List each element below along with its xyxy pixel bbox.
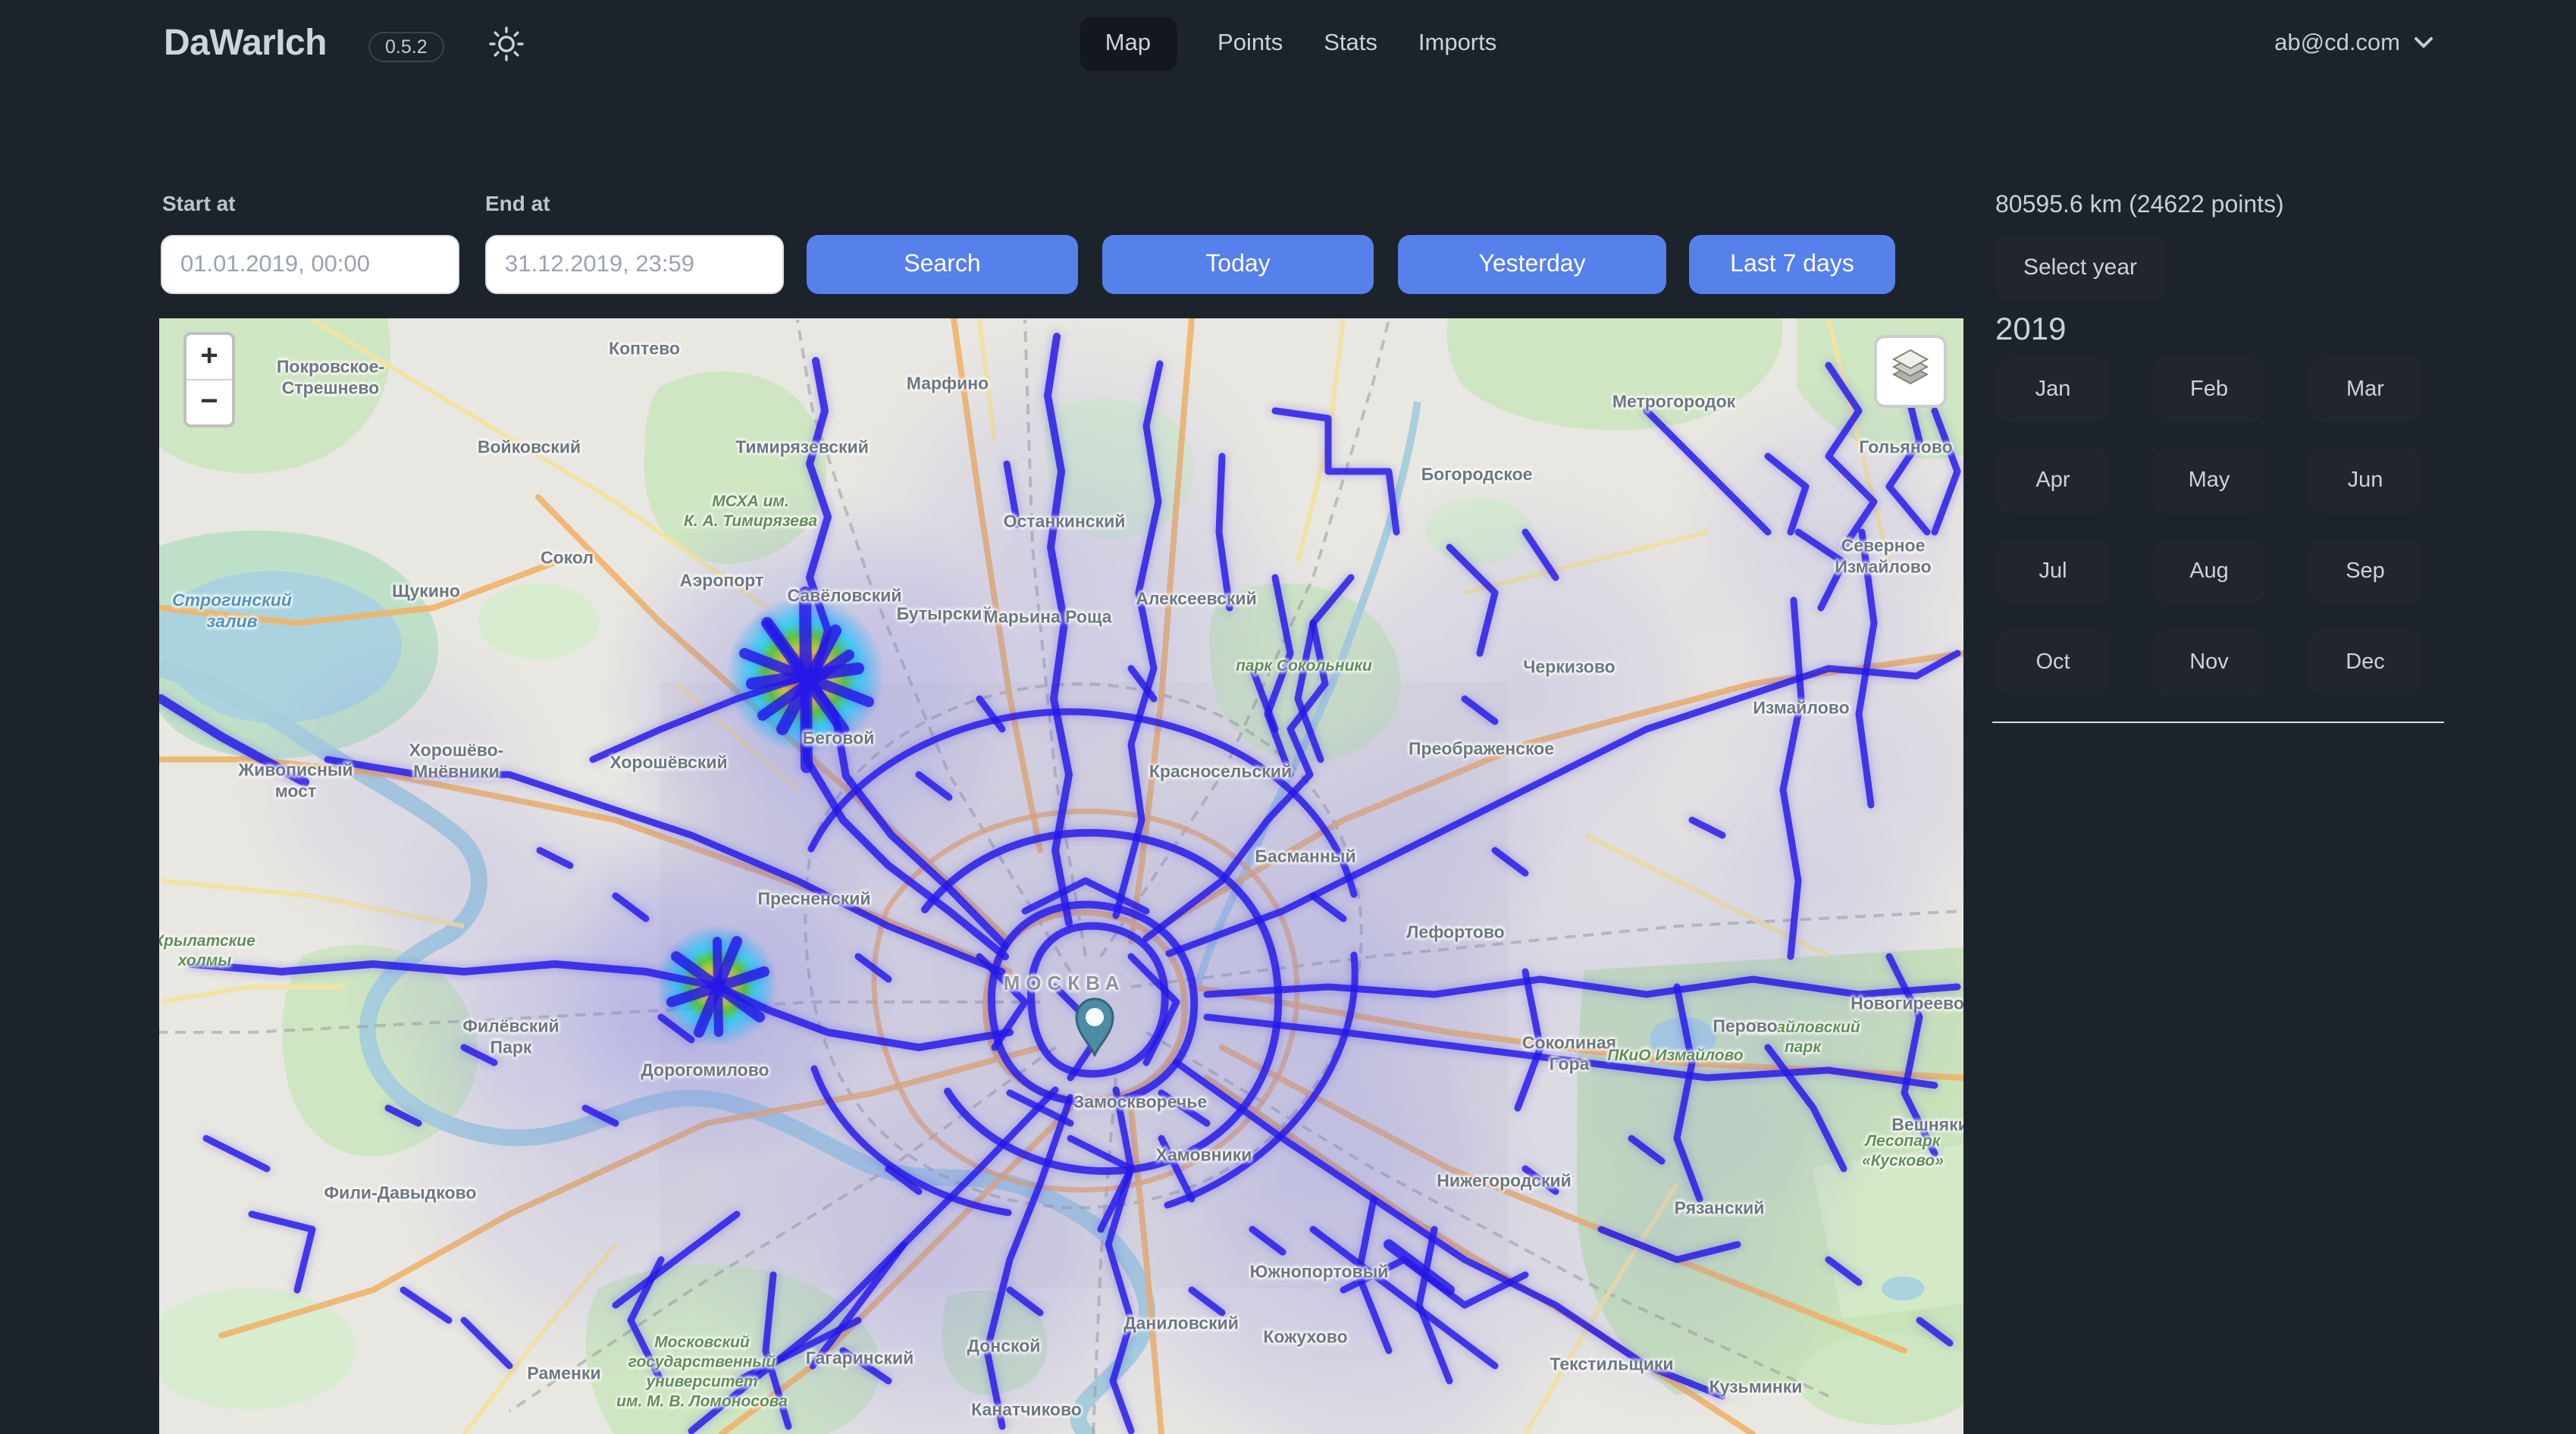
month-button-oct[interactable]: Oct <box>1997 629 2109 696</box>
start-at-input[interactable] <box>161 235 459 294</box>
year-heading: 2019 <box>1995 312 2066 349</box>
select-year-button[interactable]: Select year <box>1997 235 2164 300</box>
yesterday-button[interactable]: Yesterday <box>1398 235 1666 294</box>
tab-map[interactable]: Map <box>1080 17 1177 71</box>
today-button[interactable]: Today <box>1102 235 1374 294</box>
search-button[interactable]: Search <box>807 235 1078 294</box>
tab-stats[interactable]: Stats <box>1324 17 1377 71</box>
map-layers-button[interactable] <box>1874 335 1947 408</box>
tab-points[interactable]: Points <box>1217 17 1283 71</box>
month-button-sep[interactable]: Sep <box>2309 538 2421 605</box>
last-7-days-button[interactable]: Last 7 days <box>1689 235 1895 294</box>
months-grid: Jan Feb Mar Apr May Jun Jul Aug Sep Oct Nov Dec <box>1997 356 2421 696</box>
end-at-label: End at <box>485 191 550 215</box>
month-button-nov[interactable]: Nov <box>2153 629 2265 696</box>
version-badge: 0.5.2 <box>368 32 444 62</box>
user-email: ab@cd.com <box>2274 30 2400 58</box>
layers-icon <box>1889 348 1932 395</box>
sun-icon <box>487 23 526 70</box>
start-at-label: Start at <box>162 191 235 215</box>
month-button-aug[interactable]: Aug <box>2153 538 2265 605</box>
app-window: DaWarIch 0.5.2 Map Points Stats Imports ab@… <box>0 0 2576 1434</box>
map-tiles <box>159 318 1963 1434</box>
map-zoom-control: + − <box>183 332 235 427</box>
month-button-jun[interactable]: Jun <box>2309 447 2421 514</box>
month-button-dec[interactable]: Dec <box>2309 629 2421 696</box>
month-button-may[interactable]: May <box>2153 447 2265 514</box>
distance-points-stats: 80595.6 km (24622 points) <box>1995 193 2284 220</box>
theme-toggle-button[interactable] <box>487 27 526 67</box>
main-nav-tabs: Map Points Stats Imports <box>1080 17 1497 71</box>
month-button-mar[interactable]: Mar <box>2309 356 2421 423</box>
zoom-out-button[interactable]: − <box>186 379 232 424</box>
tab-imports[interactable]: Imports <box>1418 17 1496 71</box>
map-canvas[interactable]: Покровское- СтрешневоКоптевоМарфиноТимир… <box>159 318 1963 1434</box>
chevron-down-icon <box>2414 30 2433 58</box>
end-at-input[interactable] <box>485 235 784 294</box>
app-logo[interactable]: DaWarIch <box>164 23 327 65</box>
month-button-apr[interactable]: Apr <box>1997 447 2109 514</box>
month-button-feb[interactable]: Feb <box>2153 356 2265 423</box>
panel-divider <box>1992 722 2444 723</box>
month-button-jul[interactable]: Jul <box>1997 538 2109 605</box>
user-menu[interactable]: ab@cd.com <box>2274 30 2433 58</box>
zoom-in-button[interactable]: + <box>186 335 232 379</box>
location-marker-pin[interactable] <box>1072 993 1117 1064</box>
month-button-jan[interactable]: Jan <box>1997 356 2109 423</box>
